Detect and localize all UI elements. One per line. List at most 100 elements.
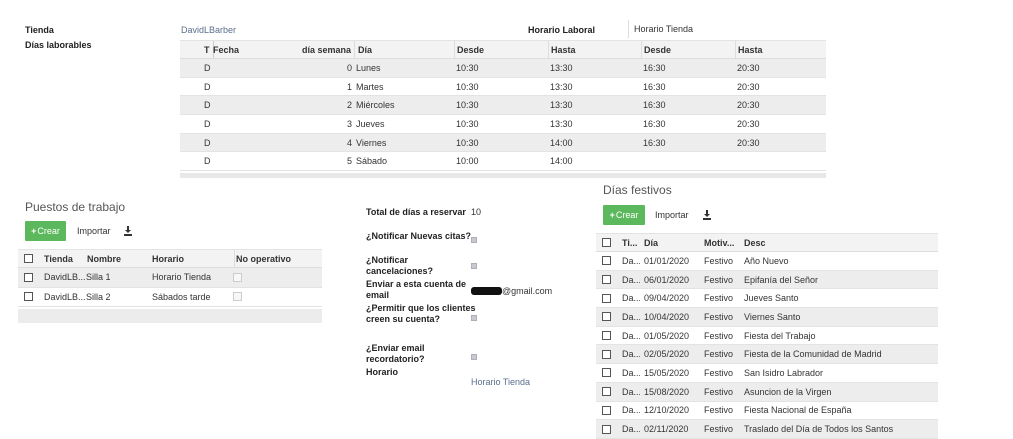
schedule-row[interactable]: D 4 Viernes 10:30 14:00 16:30 20:30 xyxy=(180,133,826,153)
col-dia-semana[interactable]: día semana xyxy=(293,41,353,58)
notif-citas-checkbox[interactable] xyxy=(471,235,477,245)
col-no-operativo[interactable]: No operativo xyxy=(234,250,322,267)
row-checkbox[interactable] xyxy=(602,271,611,289)
create-label: Crear xyxy=(615,210,639,220)
col-fecha[interactable]: Fecha xyxy=(213,41,293,58)
cell-tipo: Da... xyxy=(622,424,640,435)
table-row[interactable]: DavidLB... Silla 1 Horario Tienda xyxy=(18,268,322,288)
download-icon[interactable] xyxy=(123,226,133,238)
cell-dia: Jueves xyxy=(356,118,385,129)
cell-desde-1: 10:30 xyxy=(456,137,479,148)
col-tienda[interactable]: Tienda xyxy=(44,250,87,267)
config-form: Total de días a reservar ¿Notificar Nuev… xyxy=(366,207,476,379)
email-field[interactable]: @gmail.com xyxy=(471,286,552,296)
cell-desde-2: 16:30 xyxy=(643,137,666,148)
cell-hasta-2: 20:30 xyxy=(737,62,760,73)
table-row[interactable]: Da... 12/10/2020 Festivo Fiesta Nacional de… xyxy=(596,402,938,421)
col-desc[interactable]: Desc xyxy=(744,234,934,251)
table-row[interactable]: Da... 02/05/2020 Festivo Fiesta de la Comun… xyxy=(596,345,938,365)
cell-hasta-2: 20:30 xyxy=(737,118,760,129)
total-dias-value[interactable]: 10 xyxy=(471,207,481,217)
permitir-checkbox[interactable] xyxy=(471,313,477,323)
cell-dia-semana: 4 xyxy=(346,137,352,148)
cell-nombre: Silla 2 xyxy=(86,291,111,302)
table-row[interactable]: Da... 01/01/2020 Festivo Año Nuevo xyxy=(596,252,938,271)
schedule-row[interactable]: D 0 Lunes 10:30 13:30 16:30 20:30 xyxy=(180,59,826,78)
notif-cancel-checkbox[interactable] xyxy=(471,261,477,271)
cell-desc: Fiesta del Trabajo xyxy=(744,330,816,341)
table-row[interactable]: DavidLB... Silla 2 Sábados tarde xyxy=(18,288,322,307)
email-domain: @gmail.com xyxy=(502,286,553,296)
schedule-row[interactable]: D 5 Sábado 10:00 14:00 xyxy=(180,152,826,172)
row-checkbox[interactable] xyxy=(602,364,611,382)
cell-motivo: Festivo xyxy=(704,311,734,322)
cell-dia: 02/11/2020 xyxy=(644,424,689,435)
cell-hasta-2: 20:30 xyxy=(737,81,760,92)
cell-desc: Fiesta de la Comunidad de Madrid xyxy=(744,349,882,360)
row-checkbox[interactable] xyxy=(602,327,611,345)
puestos-table: Tienda Nombre Horario No operativo David… xyxy=(18,249,322,323)
schedule-row[interactable]: D 1 Martes 10:30 13:30 16:30 20:30 xyxy=(180,78,826,97)
cell-tipo: D xyxy=(204,81,211,92)
tienda-link[interactable]: DavidLBarber xyxy=(181,25,236,35)
cell-desc: Jueves Santo xyxy=(744,293,799,304)
puestos-create-button[interactable]: + Crear xyxy=(25,221,66,241)
col-dia[interactable]: Día xyxy=(644,234,704,251)
festivos-import-button[interactable]: Importar xyxy=(655,205,689,225)
col-motivo[interactable]: Motiv... xyxy=(704,234,744,251)
table-row[interactable]: Da... 02/11/2020 Festivo Traslado del Día d… xyxy=(596,420,938,439)
col-dia[interactable]: Día xyxy=(354,41,454,58)
row-checkbox[interactable] xyxy=(602,252,611,270)
row-checkbox[interactable] xyxy=(24,288,33,307)
festivos-create-button[interactable]: + Crear xyxy=(603,205,645,225)
cell-desde-2: 16:30 xyxy=(643,118,666,129)
horario-link[interactable]: Horario Tienda xyxy=(471,377,530,387)
table-row[interactable]: Da... 15/08/2020 Festivo Asuncion de la Vir… xyxy=(596,382,938,402)
col-nombre[interactable]: Nombre xyxy=(87,250,151,267)
cell-dia: Viernes xyxy=(356,137,387,148)
row-checkbox[interactable] xyxy=(602,289,611,307)
table-row[interactable]: Da... 15/05/2020 Festivo San Isidro Labrado… xyxy=(596,364,938,383)
schedule-header: T Fecha día semana Día Desde Hasta Desde… xyxy=(180,40,826,59)
table-row[interactable]: Da... 09/04/2020 Festivo Jueves Santo xyxy=(596,289,938,309)
puestos-import-button[interactable]: Importar xyxy=(77,221,111,241)
festivos-header: Ti... Día Motiv... Desc xyxy=(596,233,938,252)
select-all-checkbox[interactable] xyxy=(602,234,611,251)
cell-dia-semana: 0 xyxy=(346,62,352,73)
cell-dia: Martes xyxy=(356,81,384,92)
cell-tienda: DavidLB... xyxy=(44,272,86,283)
row-checkbox[interactable] xyxy=(602,383,611,401)
schedule-row[interactable]: D 2 Miércoles 10:30 13:30 16:30 20:30 xyxy=(180,96,826,116)
row-checkbox[interactable] xyxy=(602,308,611,326)
table-row[interactable]: Da... 10/04/2020 Festivo Viernes Santo xyxy=(596,308,938,327)
table-row[interactable]: Da... 01/05/2020 Festivo Fiesta del Trabajo xyxy=(596,327,938,346)
no-operativo-checkbox[interactable] xyxy=(233,288,242,307)
cell-motivo: Festivo xyxy=(704,274,734,285)
col-horario[interactable]: Horario xyxy=(152,250,233,267)
row-checkbox[interactable] xyxy=(602,402,611,420)
schedule-table: T Fecha día semana Día Desde Hasta Desde… xyxy=(180,40,826,178)
cell-tipo: Da... xyxy=(622,349,640,360)
cell-hasta-1: 13:30 xyxy=(550,81,573,92)
horario-label: Horario xyxy=(366,367,399,377)
row-checkbox[interactable] xyxy=(602,420,611,438)
col-desde-2[interactable]: Desde xyxy=(641,41,735,58)
recordatorio-label: ¿Enviar email recordatorio? xyxy=(366,343,425,364)
col-desde-1[interactable]: Desde xyxy=(454,41,548,58)
no-operativo-checkbox[interactable] xyxy=(233,268,242,287)
row-checkbox[interactable] xyxy=(602,345,611,363)
row-checkbox[interactable] xyxy=(24,268,33,287)
cell-desde-2: 16:30 xyxy=(643,100,666,111)
table-row[interactable]: Da... 06/01/2020 Festivo Epifanía del Señor xyxy=(596,270,938,290)
download-icon[interactable] xyxy=(702,210,712,222)
select-all-checkbox[interactable] xyxy=(24,250,33,267)
recordatorio-checkbox[interactable] xyxy=(471,352,477,362)
horario-laboral-label: Horario Laboral xyxy=(528,25,596,35)
schedule-row[interactable]: D 3 Jueves 10:30 13:30 16:30 20:30 xyxy=(180,115,826,134)
dias-laborables-label: Días laborables xyxy=(25,40,92,50)
col-tipo[interactable]: Ti... xyxy=(622,234,639,251)
col-hasta-2[interactable]: Hasta xyxy=(735,41,826,58)
tienda-label: Tienda xyxy=(25,25,54,35)
puestos-title: Puestos de trabajo xyxy=(25,200,126,214)
col-hasta-1[interactable]: Hasta xyxy=(548,41,641,58)
